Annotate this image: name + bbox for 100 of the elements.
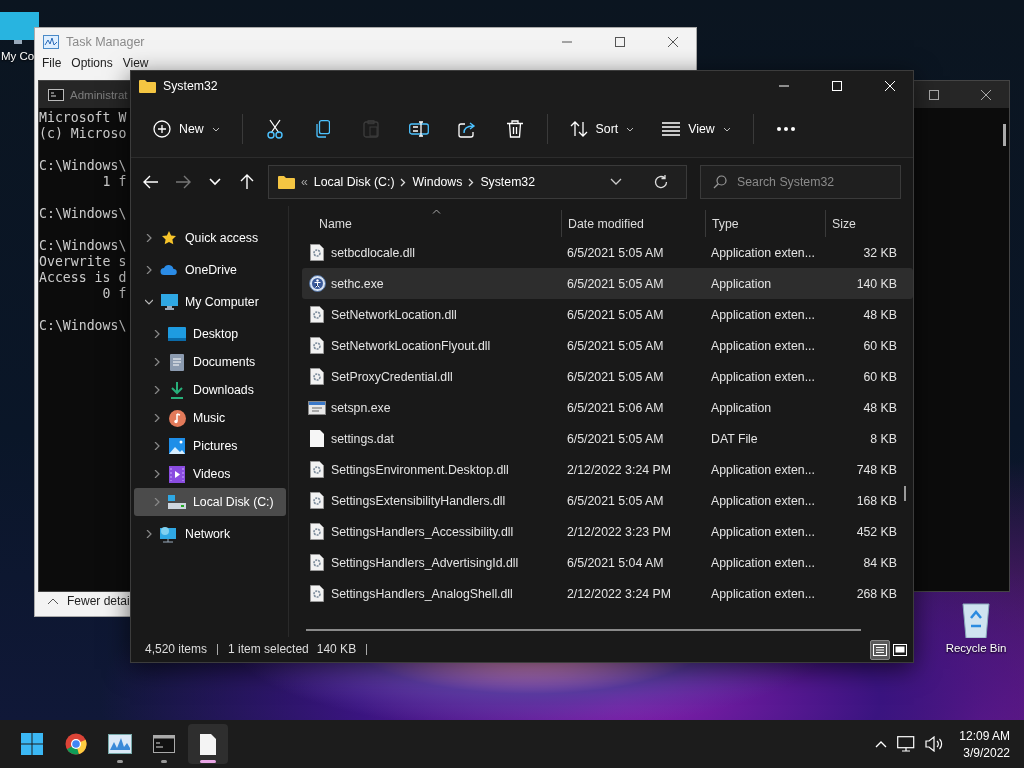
horizontal-scrollbar[interactable] — [306, 629, 861, 631]
search-box[interactable]: Search System32 — [700, 165, 901, 199]
nav-item[interactable]: Quick access — [134, 224, 286, 252]
file-name: setspn.exe — [331, 400, 391, 415]
scrollbar-thumb[interactable] — [904, 486, 906, 501]
nav-item[interactable]: My Computer — [134, 288, 286, 316]
chevron-up-icon[interactable] — [875, 740, 888, 748]
trash-icon — [506, 120, 523, 138]
nav-item[interactable]: Desktop — [134, 320, 286, 348]
file-row[interactable]: SettingsExtensibilityHandlers.dll 6/5/2021 5:05 AM Application exten... 168 KB — [302, 485, 913, 516]
file-row[interactable]: SetNetworkLocationFlyout.dll 6/5/2021 5:05 AM Application exten... 60 KB — [302, 330, 913, 361]
chevron-icon[interactable] — [145, 266, 153, 274]
column-header[interactable]: Name — [302, 210, 561, 237]
file-row[interactable]: SettingsHandlers_Accessibility.dll 2/12/2022 3:23 PM Application exten... 452 KB — [302, 516, 913, 547]
desktop-icon-label[interactable]: Recycle Bin — [945, 642, 1007, 654]
document-icon[interactable] — [200, 733, 216, 755]
selection-count: 1 item selected — [227, 644, 310, 655]
gear-file-icon — [310, 492, 324, 509]
file-size: 748 KB — [856, 462, 897, 477]
menu-item[interactable]: Options — [66, 56, 118, 70]
terminal-icon[interactable] — [153, 735, 175, 753]
file-row[interactable]: SettingsHandlers_AnalogShell.dll 2/12/2022 3:24 PM Application exten... 268 KB — [302, 578, 913, 609]
file-row[interactable]: SetProxyCredential.dll 6/5/2021 5:05 AM Application exten... 60 KB — [302, 361, 913, 392]
refresh-icon[interactable] — [654, 175, 668, 189]
window-title: System32 — [163, 79, 218, 93]
file-row[interactable]: settings.dat 6/5/2021 5:05 AM DAT File 8 KB — [302, 423, 913, 454]
file-row[interactable]: sethc.exe 6/5/2021 5:05 AM Application 140 KB — [302, 268, 913, 299]
clock-date[interactable]: 3/9/2022 — [963, 745, 1010, 760]
sort-button[interactable]: Sort — [559, 111, 645, 147]
date-modified: 2/12/2022 3:24 PM — [566, 586, 671, 601]
file-row[interactable]: SettingsEnvironment.Desktop.dll 2/12/2022 3:24 PM Application exten... 748 KB — [302, 454, 913, 485]
chevron-icon[interactable] — [153, 470, 161, 478]
console-line: C:\Windows\ — [39, 238, 127, 254]
chevron-icon[interactable] — [153, 414, 161, 422]
file-name: SetNetworkLocationFlyout.dll — [331, 338, 491, 353]
window-title: Task Manager — [66, 34, 145, 49]
menu-item[interactable]: View — [117, 56, 154, 70]
chevron-icon[interactable] — [145, 298, 153, 306]
breadcrumb[interactable]: Local Disk (C:) — [313, 175, 395, 189]
sort-caret-icon — [431, 209, 441, 214]
file-row[interactable]: setspn.exe 6/5/2021 5:06 AM Application 48 KB — [302, 392, 913, 423]
volume-icon[interactable] — [925, 736, 944, 752]
file-type: DAT File — [710, 431, 758, 446]
overflow-breadcrumb[interactable]: « — [301, 175, 308, 189]
breadcrumb[interactable]: System32 — [480, 175, 536, 189]
chevron-icon[interactable] — [153, 442, 161, 450]
nav-item[interactable]: Pictures — [134, 432, 286, 460]
view-button[interactable]: View — [652, 111, 741, 147]
nav-item[interactable]: Videos — [134, 460, 286, 488]
gear-file-icon — [310, 337, 324, 354]
accessibility-icon — [308, 275, 326, 292]
clock-time[interactable]: 12:09 AM — [959, 728, 1010, 743]
file-row[interactable]: SetNetworkLocation.dll 6/5/2021 5:05 AM Application exten... 48 KB — [302, 299, 913, 330]
date-modified: 2/12/2022 3:24 PM — [566, 462, 671, 477]
chevron-icon[interactable] — [153, 330, 161, 338]
console-line: C:\Windows\ — [39, 206, 127, 222]
column-header[interactable]: Size — [825, 210, 899, 237]
maximize-icon — [615, 36, 625, 47]
file-size: 8 KB — [870, 431, 897, 446]
network-icon[interactable] — [897, 736, 916, 752]
file-name: SettingsHandlers_AnalogShell.dll — [331, 586, 513, 601]
column-header[interactable]: Type — [705, 210, 825, 237]
file-size: 60 KB — [863, 338, 897, 353]
chevron-icon[interactable] — [153, 386, 161, 394]
breadcrumb[interactable]: Windows — [412, 175, 463, 189]
dropdown-chevron-icon[interactable] — [610, 178, 622, 186]
scissors-icon — [266, 119, 283, 139]
nav-item[interactable]: Network — [134, 520, 286, 548]
file-name: settings.dat — [331, 431, 394, 446]
nav-item[interactable]: Documents — [134, 348, 286, 376]
scrollbar-thumb[interactable] — [1003, 124, 1006, 146]
view-mode-button[interactable] — [870, 639, 890, 660]
fewer-details-button[interactable]: Fewer detai — [67, 594, 130, 608]
monitor-icon — [160, 294, 178, 310]
chevron-icon[interactable] — [153, 358, 161, 366]
address-bar[interactable]: « Local Disk (C:) Windows System32 — [268, 165, 687, 199]
chevron-icon[interactable] — [145, 234, 153, 242]
file-row[interactable]: SettingsHandlers_AdvertisingId.dll 6/5/2021 5:04 AM Application exten... 84 KB — [302, 547, 913, 578]
column-header[interactable]: Date modified — [561, 210, 705, 237]
chevron-icon[interactable] — [145, 530, 153, 538]
console-line: (c) Microso — [39, 126, 127, 142]
menu-item[interactable]: File — [37, 56, 67, 70]
nav-item[interactable]: OneDrive — [134, 256, 286, 284]
breadcrumb-chevron-icon — [400, 177, 407, 187]
file-name: SetNetworkLocation.dll — [331, 307, 457, 322]
new-button[interactable]: New — [143, 111, 230, 147]
taskbar-app-button[interactable] — [188, 724, 228, 764]
search-field[interactable]: Search System32 — [737, 175, 887, 189]
nav-item[interactable]: Music — [134, 404, 286, 432]
date-modified: 6/5/2021 5:05 AM — [566, 245, 664, 260]
file-type: Application — [710, 400, 772, 415]
nav-item[interactable]: Downloads — [134, 376, 286, 404]
file-type: Application — [710, 276, 772, 291]
browser-icon[interactable] — [65, 733, 87, 755]
nav-item[interactable]: Local Disk (C:) — [134, 488, 286, 516]
chevron-down-icon — [209, 178, 221, 186]
desktop-icon-label[interactable]: My Co — [1, 50, 35, 62]
file-row[interactable]: setbcdlocale.dll 6/5/2021 5:05 AM Application exten... 32 KB — [302, 237, 913, 268]
file-name: SetProxyCredential.dll — [331, 369, 453, 384]
file-type: Application exten... — [710, 338, 815, 353]
